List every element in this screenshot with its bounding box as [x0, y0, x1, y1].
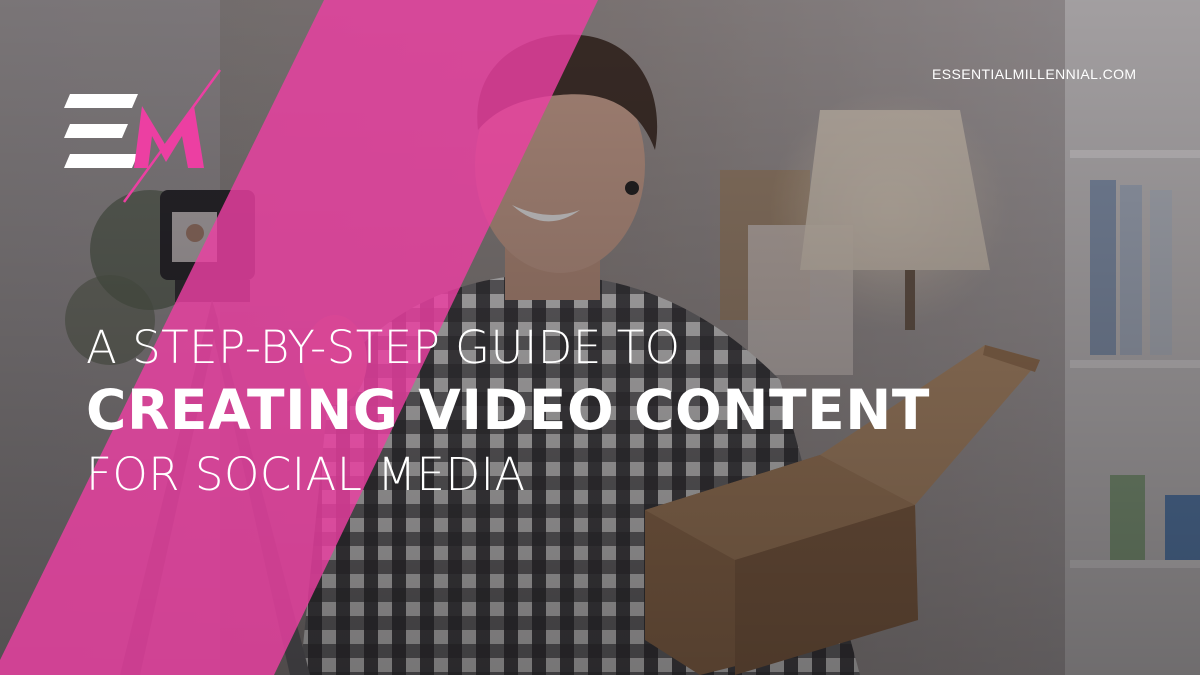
essential-millennial-logo — [64, 69, 222, 203]
headline-line-3: FOR SOCIAL MEDIA — [86, 448, 526, 501]
site-url: ESSENTIALMILLENNIAL.COM — [932, 66, 1137, 82]
headline: A STEP-BY-STEP GUIDE TO CREATING VIDEO C… — [86, 320, 930, 506]
blog-hero-banner: ESSENTIALMILLENNIAL.COM A STEP-BY-STEP G… — [0, 0, 1200, 675]
headline-line-2: CREATING VIDEO CONTENT — [86, 378, 931, 442]
headline-line-1: A STEP-BY-STEP GUIDE TO — [86, 321, 681, 374]
